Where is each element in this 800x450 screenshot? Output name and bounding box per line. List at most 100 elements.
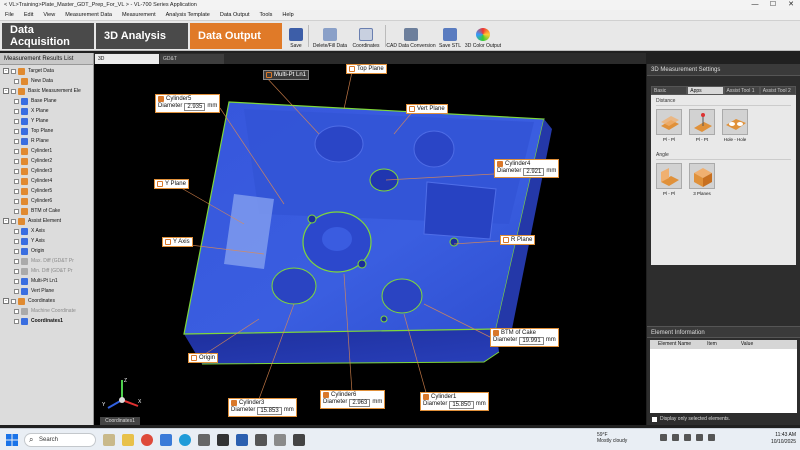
label-btm-of-cake[interactable]: BTM of Cake Diameter 19.991 mm <box>490 328 559 347</box>
tree-group-row[interactable]: - Basic Measurement Ele <box>0 86 93 96</box>
tree-item-row[interactable]: Base Plane <box>0 96 93 106</box>
distance-plane-point-button[interactable]: Pl - Pt <box>689 109 715 142</box>
label-multi-pt-ln1[interactable]: Multi-Pt Ln1 <box>263 70 310 80</box>
tree-checkbox[interactable] <box>14 118 19 124</box>
menu-tools[interactable]: Tools <box>255 12 278 18</box>
tab-assist-tool-2[interactable]: Assist Tool 2 <box>759 86 796 95</box>
tree-checkbox[interactable] <box>11 88 16 94</box>
label-y-plane[interactable]: Y Plane <box>154 179 189 189</box>
app-icon-5[interactable] <box>293 433 305 446</box>
label-cylinder5[interactable]: Cylinder5 Diameter 2.935 mm <box>155 94 221 113</box>
taskbar-clock[interactable]: 11:43 AM 10/10/2025 <box>768 432 796 446</box>
tree-item-row[interactable]: Coordinates1 <box>0 316 93 326</box>
label-origin[interactable]: Origin <box>188 353 219 363</box>
battery-icon[interactable] <box>696 434 703 441</box>
save-stl-button[interactable]: Save STL <box>437 23 463 49</box>
settings-icon[interactable] <box>198 433 210 446</box>
tree-item-row[interactable]: Min. Diff (GD&T Pr <box>0 266 93 276</box>
chrome-icon[interactable] <box>141 433 153 446</box>
tree-item-row[interactable]: Cylinder6 <box>0 196 93 206</box>
tree-checkbox[interactable] <box>14 178 19 184</box>
tree-group-row[interactable]: - Assist Element <box>0 216 93 226</box>
tree-item-row[interactable]: Top Plane <box>0 126 93 136</box>
label-cylinder4[interactable]: Cylinder4 Diameter 2.921 mm <box>494 159 560 178</box>
3d-color-output-button[interactable]: 3D Color Output <box>463 23 503 49</box>
taskbar-search-box[interactable]: Search <box>24 432 96 447</box>
tree-checkbox[interactable] <box>14 98 19 104</box>
tree-checkbox[interactable] <box>14 288 19 294</box>
tree-group-row[interactable]: - Target Data <box>0 66 93 76</box>
tree-item-row[interactable]: Cylinder4 <box>0 176 93 186</box>
maximize-button[interactable]: ☐ <box>764 0 782 10</box>
weather-widget[interactable]: 59°F Mostly cloudy <box>597 432 627 444</box>
tree-item-row[interactable]: X Axis <box>0 226 93 236</box>
angle-plane-plane-button[interactable]: Pl - Pl <box>656 163 682 196</box>
tree-checkbox[interactable] <box>11 68 16 74</box>
menu-measurement[interactable]: Measurement <box>117 12 161 18</box>
tab-gdt[interactable]: GD&T <box>160 54 224 64</box>
column-item[interactable]: Item <box>691 340 717 349</box>
menu-help[interactable]: Help <box>277 12 298 18</box>
label-cylinder3[interactable]: Cylinder3 Diameter 15.853 mm <box>228 398 297 417</box>
file-explorer-icon[interactable] <box>122 433 134 446</box>
tab-assist-tool-1[interactable]: Assist Tool 1 <box>723 86 760 95</box>
tree-checkbox[interactable] <box>14 238 19 244</box>
tree-checkbox[interactable] <box>14 188 19 194</box>
tree-checkbox[interactable] <box>14 248 19 254</box>
distance-plane-plane-button[interactable]: Pl - Pl <box>656 109 682 142</box>
tree-expander-icon[interactable]: - <box>3 68 9 74</box>
label-top-plane[interactable]: Top Plane <box>346 64 387 74</box>
tree-checkbox[interactable] <box>14 158 19 164</box>
tree-item-row[interactable]: Max. Diff (GD&T Pr <box>0 256 93 266</box>
menu-view[interactable]: View <box>38 12 60 18</box>
tree-checkbox[interactable] <box>14 278 19 284</box>
tree-item-row[interactable]: Machine Coordinate <box>0 306 93 316</box>
tree-checkbox[interactable] <box>14 138 19 144</box>
notification-icon[interactable] <box>708 434 715 441</box>
tree-checkbox[interactable] <box>14 208 19 214</box>
column-element-name[interactable]: Element Name <box>650 340 691 349</box>
label-y-axis[interactable]: Y Axis <box>162 237 193 247</box>
vl-app-icon[interactable] <box>217 433 229 446</box>
tree-checkbox[interactable] <box>14 228 19 234</box>
label-cylinder1[interactable]: Cylinder1 Diameter 15.850 mm <box>420 392 489 411</box>
tree-item-row[interactable]: Cylinder1 <box>0 146 93 156</box>
tree-item-row[interactable]: Multi-Pt Ln1 <box>0 276 93 286</box>
tree-checkbox[interactable] <box>14 128 19 134</box>
edge-icon[interactable] <box>179 433 191 446</box>
tree-item-row[interactable]: Origin <box>0 246 93 256</box>
tree-checkbox[interactable] <box>11 298 16 304</box>
minimize-button[interactable]: — <box>746 0 764 10</box>
tree-item-row[interactable]: R Plane <box>0 136 93 146</box>
menu-edit[interactable]: Edit <box>19 12 38 18</box>
tree-checkbox[interactable] <box>11 218 16 224</box>
tree-checkbox[interactable] <box>14 168 19 174</box>
distance-hole-hole-button[interactable]: Hole - Hole <box>722 109 748 142</box>
label-cylinder6[interactable]: Cylinder6 Diameter 2.963 mm <box>320 390 386 409</box>
3d-viewport[interactable]: Cylinder5 Diameter 2.935 mm Multi-Pt Ln1 T… <box>94 64 646 425</box>
tray-chevron-icon[interactable] <box>660 434 667 441</box>
tree-expander-icon[interactable]: - <box>3 298 9 304</box>
tree-item-row[interactable]: Y Plane <box>0 116 93 126</box>
tree-checkbox[interactable] <box>14 78 19 84</box>
tab-basic[interactable]: Basic <box>651 86 688 95</box>
menu-file[interactable]: File <box>0 12 19 18</box>
tree-checkbox[interactable] <box>14 268 19 274</box>
tree-item-row[interactable]: Cylinder3 <box>0 166 93 176</box>
tree-item-row[interactable]: Cylinder2 <box>0 156 93 166</box>
label-r-plane[interactable]: R Plane <box>500 235 536 245</box>
tree-checkbox[interactable] <box>14 318 19 324</box>
cad-data-conversion-button[interactable]: CAD Data Conversion <box>386 23 436 49</box>
tree-checkbox[interactable] <box>14 258 19 264</box>
column-value[interactable]: Value <box>717 340 753 349</box>
app-icon-3[interactable] <box>255 433 267 446</box>
tree-checkbox[interactable] <box>14 308 19 314</box>
volume-icon[interactable] <box>684 434 691 441</box>
app-icon-4[interactable] <box>274 433 286 446</box>
tree-checkbox[interactable] <box>14 108 19 114</box>
tree-expander-icon[interactable]: - <box>3 88 9 94</box>
mode-data-acquisition[interactable]: Data Acquisition <box>2 23 94 49</box>
tree-checkbox[interactable] <box>14 148 19 154</box>
tree-expander-icon[interactable]: - <box>3 218 9 224</box>
label-vert-plane[interactable]: Vert Plane <box>406 104 448 114</box>
